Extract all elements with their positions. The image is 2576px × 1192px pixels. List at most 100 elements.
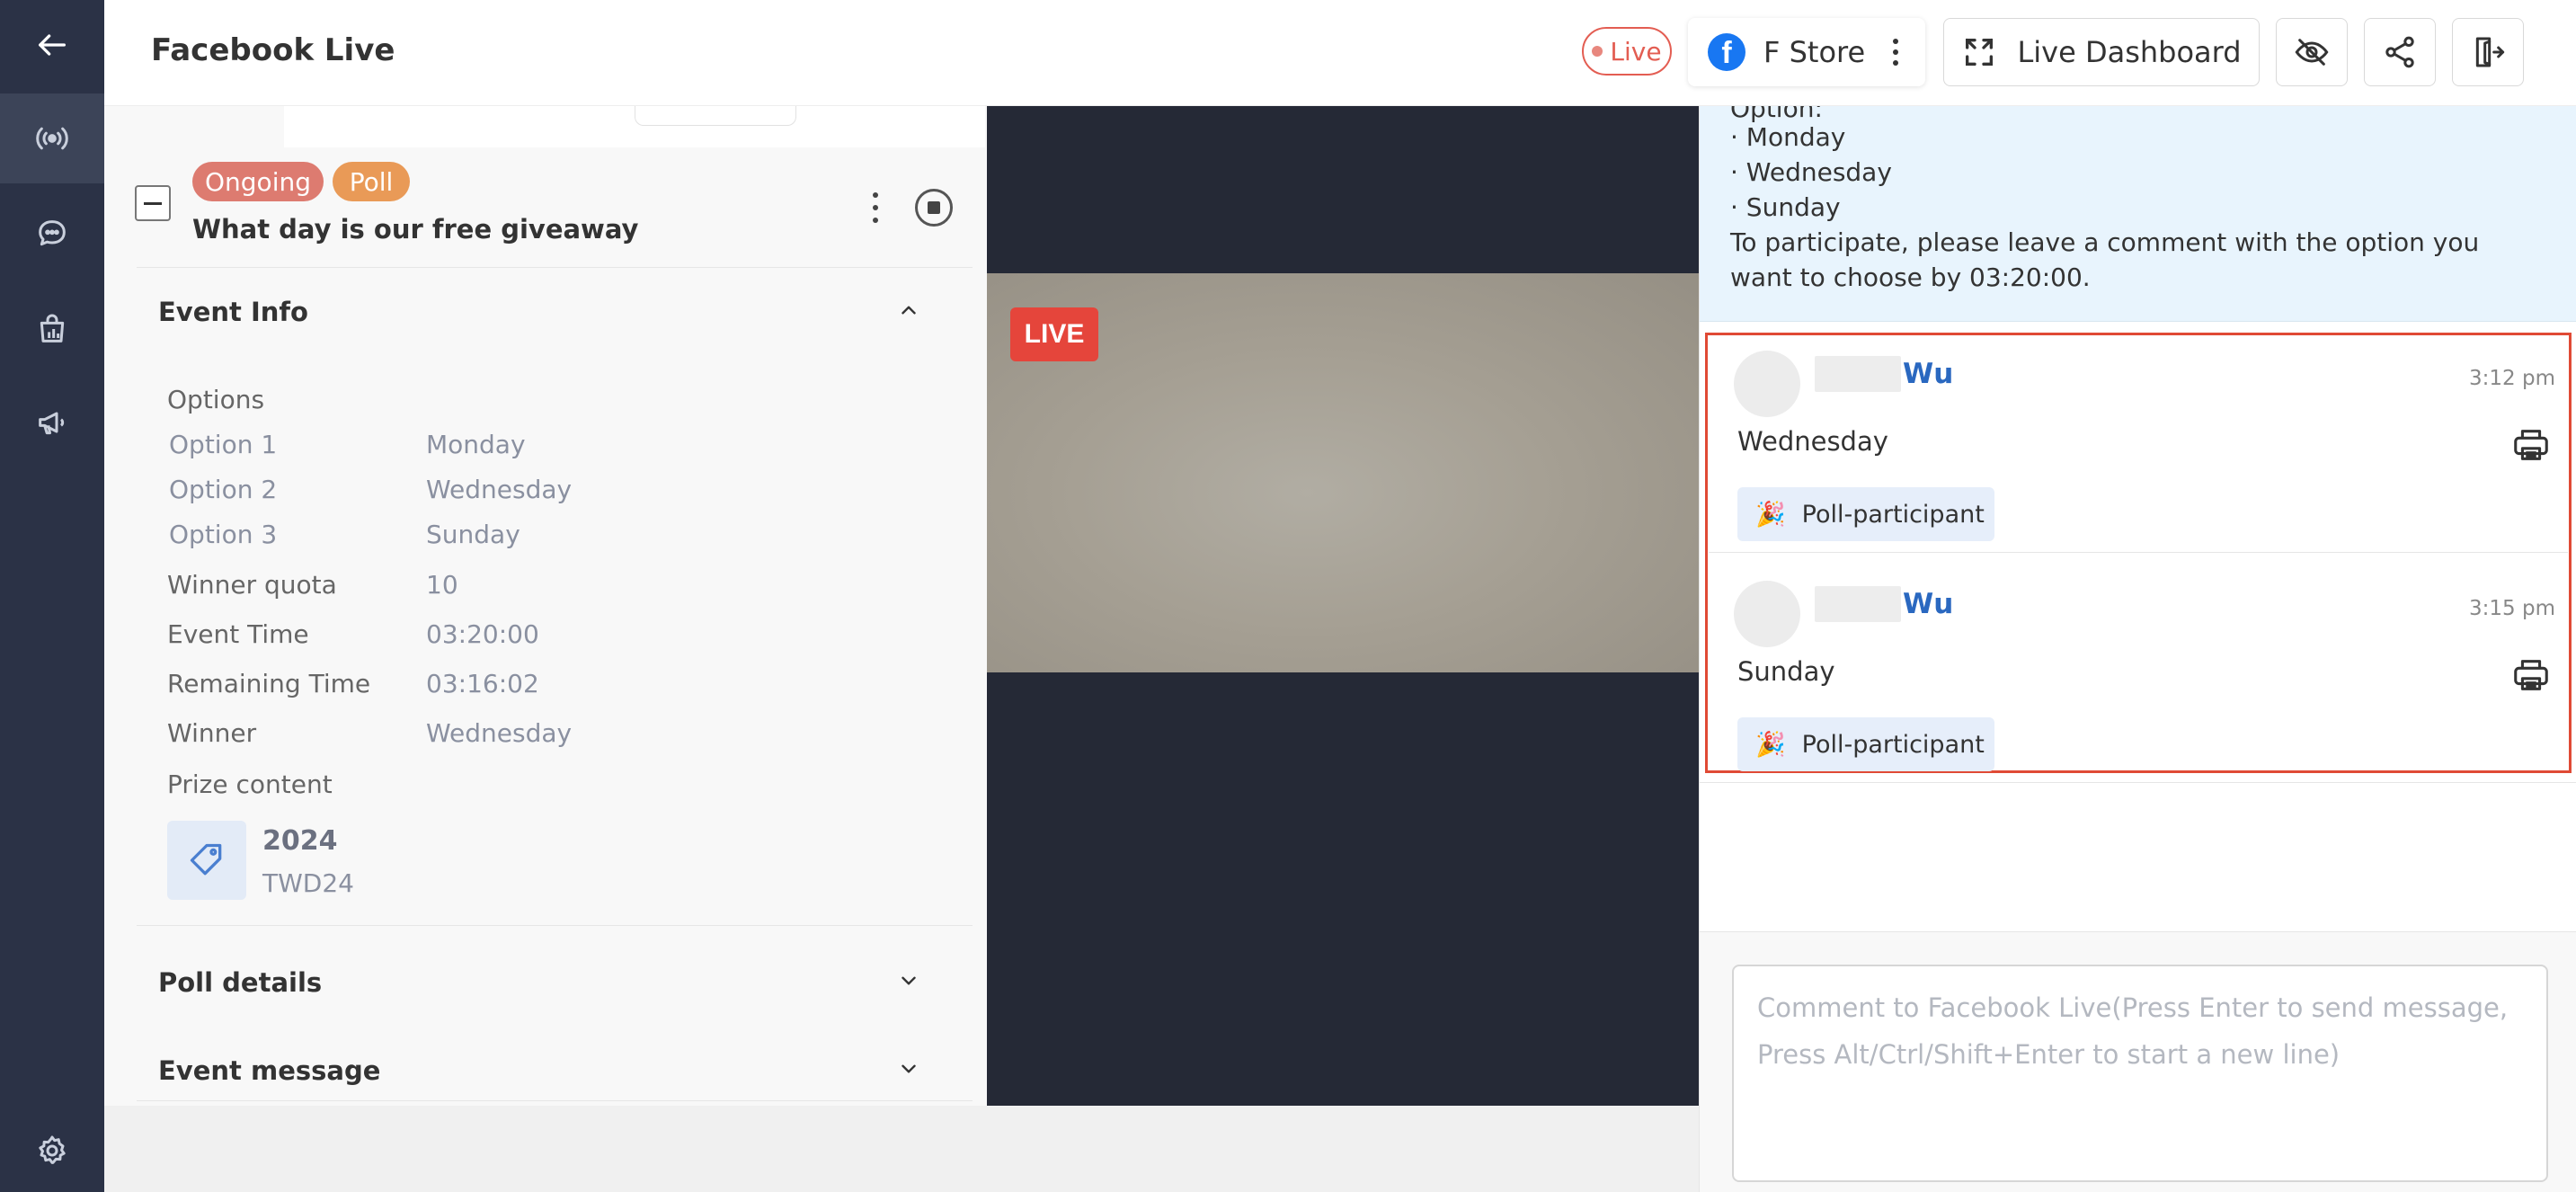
nav-settings[interactable] [0, 1106, 104, 1192]
chevron-down-icon[interactable] [897, 1057, 920, 1081]
share-button[interactable] [2364, 18, 2436, 86]
event-panel: Ongoing Poll What day is our free giveaw… [104, 106, 987, 1106]
eye-off-icon [2295, 39, 2329, 66]
back-arrow-icon [39, 34, 67, 56]
top-header: Facebook Live Live f F Store Live Dashbo… [104, 0, 2576, 106]
comment-text: Wednesday [1737, 426, 1888, 457]
party-popper-icon: 🎉 [1755, 501, 1786, 529]
comment-item[interactable]: Wu 3:12 pm Wednesday 🎉 Poll-participant [1709, 336, 2568, 556]
prize-name: 2024 [262, 825, 338, 857]
nav-marketing[interactable] [0, 378, 104, 467]
live-video-badge: LIVE [1010, 307, 1098, 361]
ongoing-badge: Ongoing [192, 162, 324, 201]
live-video-player[interactable]: LIVE [987, 106, 1699, 1106]
card-tab[interactable] [635, 106, 796, 126]
nav-chat[interactable] [0, 189, 104, 279]
status-dot [1592, 46, 1603, 57]
event-more-icon[interactable] [870, 192, 881, 223]
avatar [1734, 351, 1800, 417]
live-dashboard-button[interactable]: Live Dashboard [1943, 18, 2260, 86]
hide-button[interactable] [2276, 18, 2348, 86]
commenter-name[interactable]: Wu [1903, 588, 1953, 620]
poll-details-heading[interactable]: Poll details [158, 967, 322, 998]
chevron-up-icon[interactable] [897, 298, 920, 322]
comment-input[interactable] [1732, 965, 2548, 1182]
event-info-heading[interactable]: Event Info [158, 297, 308, 327]
poll-participant-tag: 🎉 Poll-participant [1737, 717, 1994, 771]
page-title: Facebook Live [151, 32, 395, 68]
options-label: Options [167, 385, 265, 414]
stop-event-icon[interactable] [915, 189, 953, 227]
printer-icon[interactable] [2510, 424, 2552, 466]
event-time-label: Event Time [167, 619, 309, 649]
divider [137, 1100, 973, 1101]
divider [137, 925, 973, 926]
live-dashboard-label: Live Dashboard [2017, 35, 2242, 69]
facebook-logo-icon: f [1708, 33, 1745, 71]
option-label: Option 1 [169, 430, 278, 459]
winner-quota-label: Winner quota [167, 570, 337, 600]
remaining-time-label: Remaining Time [167, 669, 371, 698]
share-icon [2385, 36, 2414, 68]
back-button[interactable] [0, 0, 104, 90]
shopping-bag-icon [40, 314, 65, 342]
store-selector[interactable]: f F Store [1688, 18, 1925, 86]
nav-shopping[interactable] [0, 284, 104, 374]
event-time-value: 03:20:00 [426, 619, 539, 649]
option-value: Monday [426, 430, 526, 459]
blurred-name [1815, 586, 1901, 622]
live-status-badge: Live [1582, 27, 1672, 76]
collapse-event-button[interactable] [135, 185, 171, 221]
chat-bubble-icon [39, 220, 66, 246]
megaphone-icon [39, 412, 65, 435]
comment-text: Sunday [1737, 656, 1835, 687]
poll-post-message: Option: · Monday · Wednesday · Sunday To… [1700, 106, 2576, 322]
chevron-down-icon[interactable] [897, 969, 920, 992]
event-message-heading[interactable]: Event message [158, 1055, 380, 1086]
prize-code: TWD24 [262, 868, 354, 898]
tag-label: Poll-participant [1801, 500, 1985, 529]
nav-live-broadcast[interactable] [0, 93, 104, 183]
winner-value: Wednesday [426, 718, 573, 748]
printer-icon[interactable] [2510, 654, 2552, 696]
tag-label: Poll-participant [1801, 730, 1985, 759]
store-name: F Store [1763, 35, 1866, 69]
gear-icon [39, 1135, 66, 1164]
left-nav [0, 0, 104, 1192]
post-line: · Sunday [1730, 192, 1841, 222]
remaining-time-value: 03:16:02 [426, 669, 539, 698]
comment-time: 3:15 pm [2469, 597, 2555, 620]
comment-input-area [1700, 931, 2576, 1192]
comment-time: 3:12 pm [2469, 367, 2555, 390]
winner-quota-value: 10 [426, 570, 458, 600]
event-title: What day is our free giveaway [192, 214, 639, 245]
exit-icon [2475, 37, 2505, 67]
commenter-name[interactable]: Wu [1903, 358, 1953, 390]
comments-panel: Option: · Monday · Wednesday · Sunday To… [1699, 106, 2576, 1192]
option-label: Option 3 [169, 520, 278, 549]
prize-tag-icon [167, 821, 246, 900]
winner-label: Winner [167, 718, 257, 748]
blurred-name [1815, 356, 1901, 392]
post-line: · Monday [1730, 122, 1846, 152]
left-footer [104, 1106, 987, 1192]
option-value: Wednesday [426, 475, 573, 504]
store-more-icon[interactable] [1890, 39, 1901, 66]
comment-divider [1709, 552, 2568, 553]
poll-badge: Poll [333, 162, 410, 201]
divider [1700, 782, 2576, 783]
exit-button[interactable] [2452, 18, 2524, 86]
post-line: Option: [1730, 106, 1823, 123]
previous-card [284, 106, 985, 147]
poll-participant-tag: 🎉 Poll-participant [1737, 487, 1994, 541]
video-footer [987, 1106, 1699, 1192]
option-value: Sunday [426, 520, 520, 549]
comment-item[interactable]: Wu 3:15 pm Sunday 🎉 Poll-participant [1709, 566, 2568, 786]
avatar [1734, 581, 1800, 647]
post-line: To participate, please leave a comment w… [1730, 227, 2480, 257]
live-broadcast-icon [36, 127, 68, 150]
prize-content-label: Prize content [167, 769, 333, 799]
expand-icon [1966, 39, 1994, 67]
post-line: want to choose by 03:20:00. [1730, 262, 2091, 292]
party-popper-icon: 🎉 [1755, 731, 1786, 759]
